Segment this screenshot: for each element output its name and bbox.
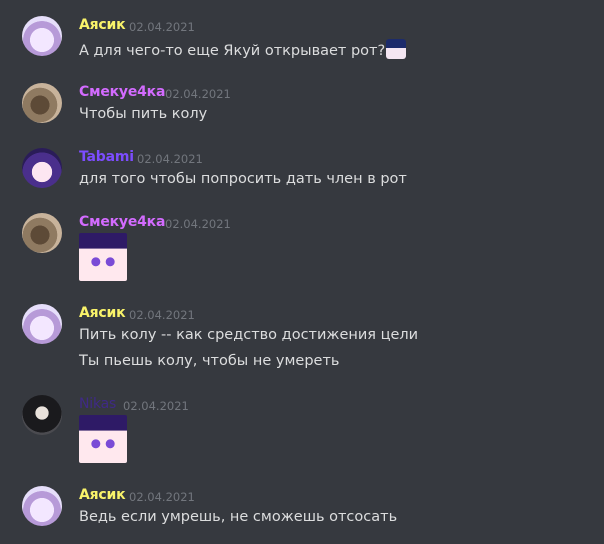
avatar[interactable] bbox=[22, 16, 62, 56]
author-name[interactable]: Смекуе4ка bbox=[79, 214, 165, 230]
anime-face-emoji-icon bbox=[386, 39, 407, 59]
message-text: Пить колу -- как средство достижения цел… bbox=[79, 327, 419, 343]
author-name[interactable]: Аясик bbox=[79, 487, 126, 503]
avatar[interactable] bbox=[22, 304, 62, 344]
message-text: Чтобы пить колу bbox=[79, 106, 208, 122]
message-text: Ты пьешь колу, чтобы не умереть bbox=[79, 353, 340, 369]
author-name[interactable]: Nikas bbox=[79, 396, 116, 412]
timestamp: 02.04.2021 bbox=[129, 308, 195, 322]
avatar[interactable] bbox=[22, 395, 62, 435]
timestamp: 02.04.2021 bbox=[129, 20, 195, 34]
author-name[interactable]: Аясик bbox=[79, 17, 126, 33]
anime-girl-sticker-icon[interactable] bbox=[79, 233, 127, 281]
avatar[interactable] bbox=[22, 83, 62, 123]
timestamp: 02.04.2021 bbox=[165, 217, 231, 231]
author-name[interactable]: Смекуе4ка bbox=[79, 84, 165, 100]
author-name[interactable]: Аясик bbox=[79, 305, 126, 321]
anime-girl-laugh-sticker-icon[interactable] bbox=[79, 415, 127, 463]
timestamp: 02.04.2021 bbox=[123, 399, 189, 413]
avatar[interactable] bbox=[22, 486, 62, 526]
timestamp: 02.04.2021 bbox=[129, 490, 195, 504]
avatar[interactable] bbox=[22, 213, 62, 253]
timestamp: 02.04.2021 bbox=[137, 152, 203, 166]
message-text: для того чтобы попросить дать член в рот bbox=[79, 171, 407, 187]
message-text: Ведь если умрешь, не сможешь отсосать bbox=[79, 509, 398, 525]
message-text: А для чего-то еще Якуй открывает рот? bbox=[79, 39, 407, 59]
avatar[interactable] bbox=[22, 148, 62, 188]
timestamp: 02.04.2021 bbox=[165, 87, 231, 101]
chat-message-list: Аясик 02.04.2021 А для чего-то еще Якуй … bbox=[0, 0, 604, 544]
author-name[interactable]: Tabami bbox=[79, 149, 134, 165]
